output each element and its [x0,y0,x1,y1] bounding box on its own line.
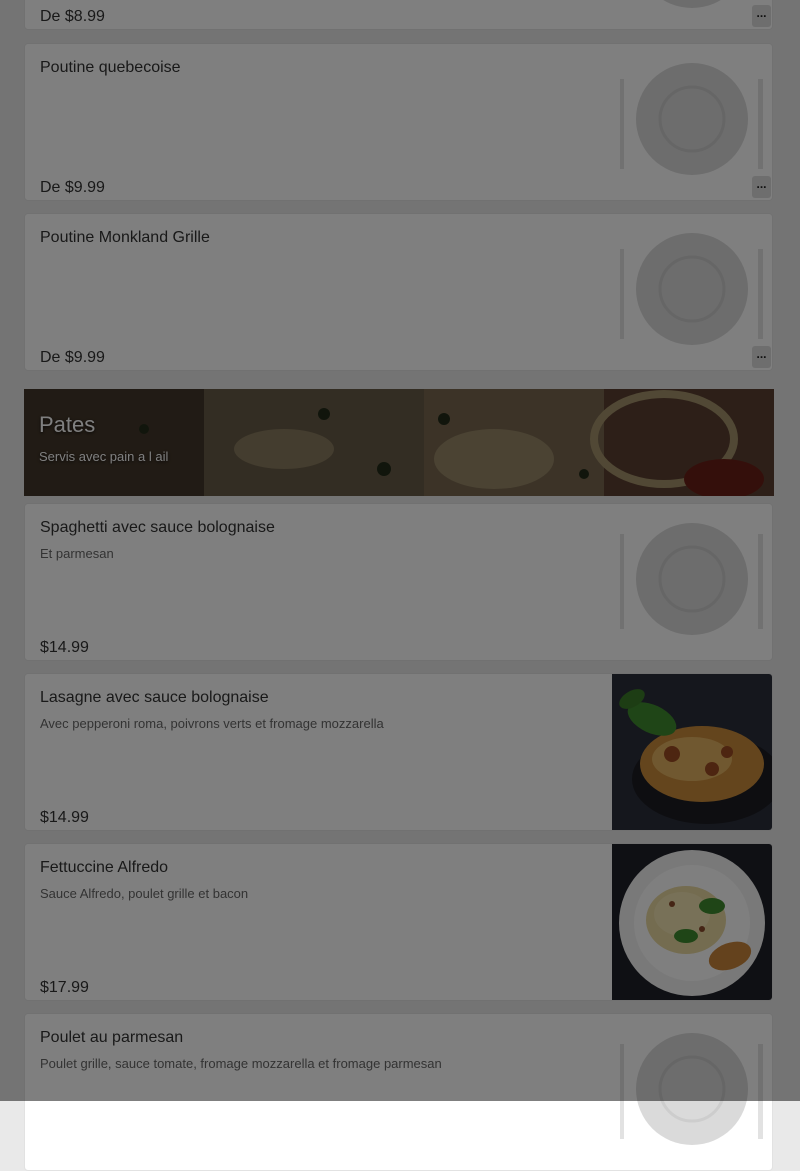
fettuccine-photo [612,844,772,1000]
menu-item-card[interactable]: De $8.99 ... [24,0,773,30]
item-description: Poulet grille, sauce tomate, fromage moz… [40,1056,442,1071]
item-name: Lasagne avec sauce bolognaise [40,689,269,706]
plate-placeholder-icon [612,504,772,660]
item-description: Et parmesan [40,546,114,561]
menu-item-card[interactable]: Lasagne avec sauce bolognaise Avec peppe… [24,673,773,831]
section-subtitle: Servis avec pain a l ail [39,449,169,464]
plate-placeholder-icon [612,44,772,200]
section-title: Pates [39,412,96,437]
item-name: Poutine quebecoise [40,59,181,76]
item-description: Sauce Alfredo, poulet grille et bacon [40,886,249,901]
item-description: Avec pepperoni roma, poivrons verts et f… [40,716,384,731]
pasta-banner-image [24,389,774,496]
item-price: De $9.99 [40,349,105,366]
item-price: De $9.99 [40,179,105,196]
item-name: Fettuccine Alfredo [40,859,169,876]
menu-item-card[interactable]: Poutine Monkland Grille De $9.99 ... [24,213,773,371]
menu-item-card[interactable]: Spaghetti avec sauce bolognaise Et parme… [24,503,773,661]
plate-placeholder-icon [612,0,772,29]
more-options-button[interactable]: ... [752,176,771,198]
item-price: De $8.99 [40,8,105,25]
more-options-button[interactable]: ... [752,346,771,368]
section-banner-pates: Pates Servis avec pain a l ail [24,389,774,496]
item-price: $17.99 [40,979,89,996]
menu-item-card[interactable]: Poutine quebecoise De $9.99 ... [24,43,773,201]
item-name: Poutine Monkland Grille [40,229,210,246]
item-name: Poulet au parmesan [40,1029,184,1046]
more-options-button[interactable]: ... [752,5,771,27]
plate-placeholder-icon [612,214,772,370]
item-price: $14.99 [40,809,89,826]
lasagna-photo [612,674,772,830]
plate-placeholder-icon [612,1014,772,1170]
menu-item-card[interactable]: Poulet au parmesan Poulet grille, sauce … [24,1013,773,1171]
item-price: $14.99 [40,639,89,656]
menu-item-card[interactable]: Fettuccine Alfredo Sauce Alfredo, poulet… [24,843,773,1001]
item-name: Spaghetti avec sauce bolognaise [40,519,275,536]
